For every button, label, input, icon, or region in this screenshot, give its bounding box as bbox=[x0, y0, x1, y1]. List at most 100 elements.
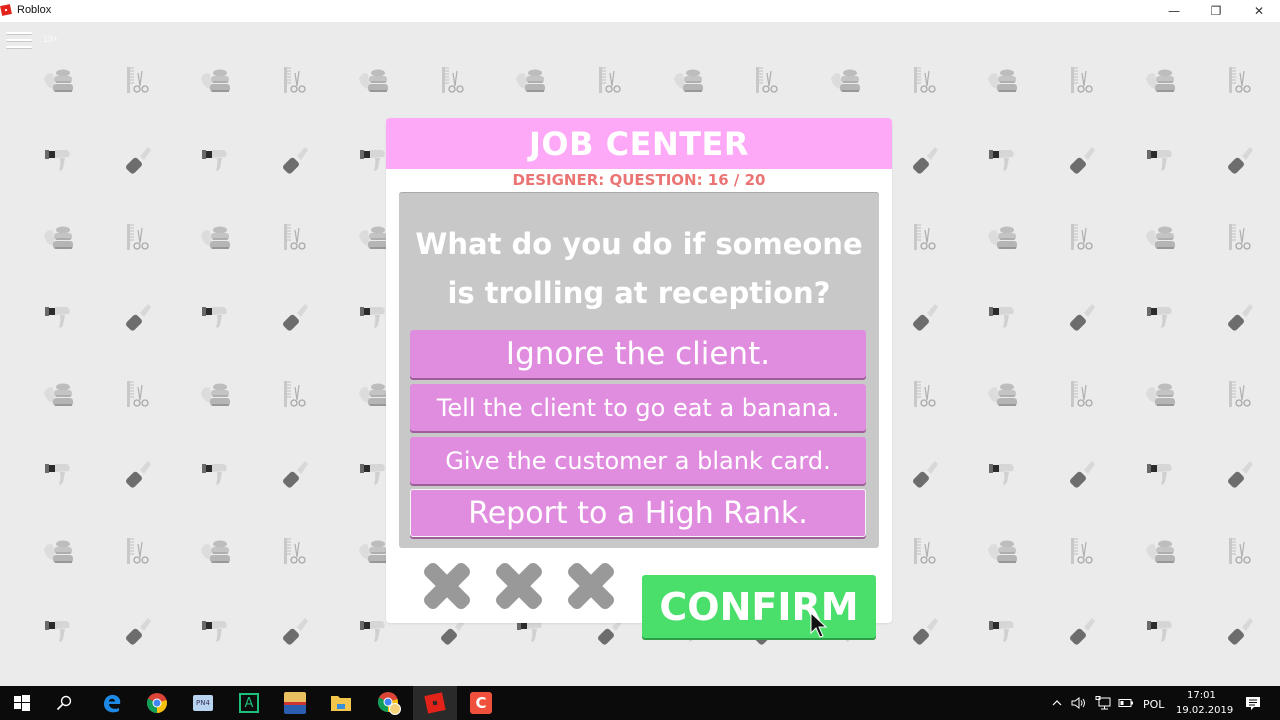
chrome-icon bbox=[146, 693, 167, 714]
lipstick-icon bbox=[277, 458, 311, 490]
volume-icon bbox=[1071, 697, 1085, 709]
taskbar-c-app[interactable]: C bbox=[459, 686, 503, 720]
roblox-logo-icon bbox=[0, 4, 12, 16]
chevron-up-icon bbox=[1052, 700, 1062, 706]
answer-option-4-selected[interactable]: Report to a High Rank. bbox=[410, 489, 866, 537]
taskbar-game-app[interactable] bbox=[273, 686, 317, 720]
clock-time[interactable]: 17:01 bbox=[1187, 690, 1216, 701]
hair-dryer-icon bbox=[1143, 301, 1177, 333]
hair-dryer-icon bbox=[356, 458, 390, 490]
comb-scissors-icon bbox=[907, 536, 941, 568]
hair-dryer-icon bbox=[1143, 458, 1177, 490]
volume-button[interactable] bbox=[1068, 686, 1090, 720]
windows-taskbar: PN4 A C POL 17:01 19.02.2019 bbox=[0, 686, 1280, 720]
hair-dryer-icon bbox=[356, 615, 390, 647]
hair-dryer-icon bbox=[41, 301, 75, 333]
spa-stones-icon bbox=[41, 536, 75, 568]
answer-option-2[interactable]: Tell the client to go eat a banana. bbox=[410, 384, 866, 431]
lipstick-icon bbox=[120, 458, 154, 490]
pn4-icon: PN4 bbox=[193, 695, 213, 711]
comb-scissors-icon bbox=[907, 379, 941, 411]
network-icon bbox=[1095, 696, 1111, 710]
spa-stones-icon bbox=[41, 379, 75, 411]
hair-dryer-icon bbox=[198, 301, 232, 333]
restore-button[interactable]: ❐ bbox=[1196, 0, 1236, 22]
taskbar-a-app[interactable]: A bbox=[227, 686, 271, 720]
hair-dryer-icon bbox=[41, 144, 75, 176]
strike-x-icon bbox=[496, 563, 542, 609]
spa-stones-icon bbox=[41, 65, 75, 97]
comb-scissors-icon bbox=[1064, 536, 1098, 568]
spa-stones-icon bbox=[198, 222, 232, 254]
taskbar-pn4[interactable]: PN4 bbox=[181, 686, 225, 720]
battery-icon bbox=[1118, 699, 1133, 707]
lipstick-icon bbox=[907, 615, 941, 647]
search-button[interactable] bbox=[42, 686, 86, 720]
menu-line bbox=[6, 46, 32, 48]
minimize-button[interactable]: — bbox=[1154, 0, 1194, 22]
spa-stones-icon bbox=[1143, 222, 1177, 254]
battery-button[interactable] bbox=[1115, 686, 1137, 720]
spa-stones-icon bbox=[1143, 65, 1177, 97]
comb-scissors-icon bbox=[592, 65, 626, 97]
hair-dryer-icon bbox=[356, 301, 390, 333]
comb-scissors-icon bbox=[1064, 222, 1098, 254]
menu-line bbox=[6, 32, 32, 34]
comb-scissors-icon bbox=[277, 65, 311, 97]
hair-dryer-icon bbox=[41, 458, 75, 490]
clock-date[interactable]: 19.02.2019 bbox=[1176, 705, 1233, 716]
question-progress: DESIGNER: QUESTION: 16 / 20 bbox=[512, 171, 766, 189]
taskbar-file-explorer[interactable] bbox=[319, 686, 363, 720]
close-button[interactable]: ✕ bbox=[1239, 0, 1279, 22]
a-app-icon: A bbox=[239, 693, 259, 713]
spa-stones-icon bbox=[198, 536, 232, 568]
hair-dryer-icon bbox=[198, 458, 232, 490]
spa-stones-icon bbox=[198, 379, 232, 411]
mouse-cursor-icon bbox=[810, 612, 828, 638]
answer-option-1[interactable]: Ignore the client. bbox=[410, 330, 866, 378]
spa-stones-icon bbox=[1143, 379, 1177, 411]
input-language[interactable]: POL bbox=[1143, 698, 1164, 711]
lipstick-icon bbox=[277, 301, 311, 333]
spa-stones-icon bbox=[985, 379, 1019, 411]
hair-dryer-icon bbox=[41, 615, 75, 647]
lipstick-icon bbox=[1222, 615, 1256, 647]
hair-dryer-icon bbox=[198, 144, 232, 176]
spa-stones-icon bbox=[513, 65, 547, 97]
spa-stones-icon bbox=[356, 222, 390, 254]
hair-dryer-icon bbox=[1143, 144, 1177, 176]
answer-option-3[interactable]: Give the customer a blank card. bbox=[410, 437, 866, 484]
comb-scissors-icon bbox=[1064, 65, 1098, 97]
game-viewport[interactable]: 13+ JOB CENTER DESIGNER: QUESTION: 16 / … bbox=[0, 22, 1280, 686]
taskbar-roblox[interactable] bbox=[413, 686, 457, 720]
hair-dryer-icon bbox=[985, 458, 1019, 490]
comb-scissors-icon bbox=[277, 536, 311, 568]
menu-line bbox=[6, 39, 32, 41]
spa-stones-icon bbox=[671, 65, 705, 97]
lipstick-icon bbox=[277, 144, 311, 176]
hair-dryer-icon bbox=[1143, 615, 1177, 647]
lipstick-icon bbox=[1064, 301, 1098, 333]
roblox-icon bbox=[424, 692, 446, 714]
hair-dryer-icon bbox=[985, 144, 1019, 176]
taskbar-edge[interactable] bbox=[90, 686, 134, 720]
start-button[interactable] bbox=[0, 686, 44, 720]
show-hidden-icons-button[interactable] bbox=[1047, 686, 1067, 720]
taskbar-chrome-profile[interactable] bbox=[367, 686, 411, 720]
action-center-button[interactable] bbox=[1236, 686, 1270, 720]
window-titlebar: Roblox — ❐ ✕ bbox=[0, 0, 1280, 22]
lipstick-icon bbox=[277, 615, 311, 647]
taskbar-chrome[interactable] bbox=[135, 686, 179, 720]
network-button[interactable] bbox=[1092, 686, 1114, 720]
spa-stones-icon bbox=[828, 65, 862, 97]
game-menu-button[interactable] bbox=[6, 30, 32, 50]
game-app-icon bbox=[284, 692, 306, 714]
folder-icon bbox=[331, 696, 351, 711]
search-icon bbox=[56, 695, 72, 711]
hair-dryer-icon bbox=[356, 144, 390, 176]
lipstick-icon bbox=[120, 144, 154, 176]
lipstick-icon bbox=[1222, 458, 1256, 490]
edge-icon bbox=[104, 694, 121, 713]
confirm-button[interactable]: CONFIRM bbox=[642, 575, 876, 638]
hair-dryer-icon bbox=[985, 301, 1019, 333]
